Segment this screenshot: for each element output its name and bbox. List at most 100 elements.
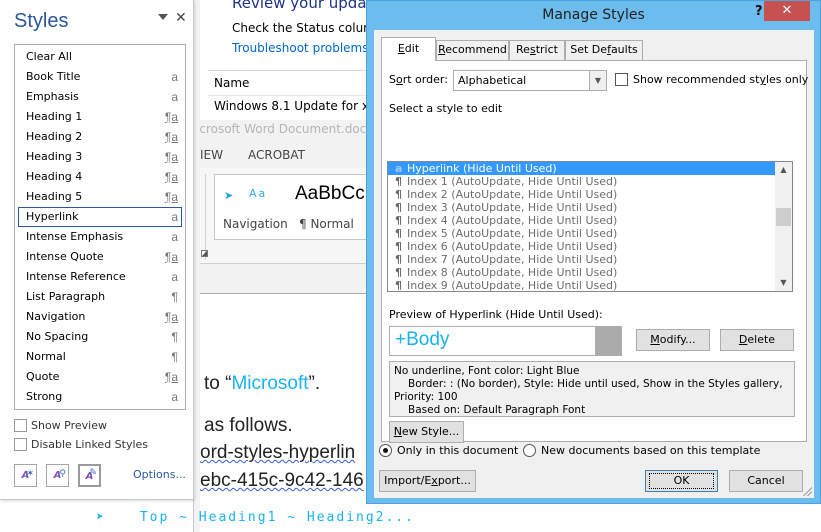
microsoft-link[interactable]: Microsoft [231, 373, 308, 394]
style-item[interactable]: Navigation ¶a [18, 307, 182, 327]
tab-acrobat[interactable]: ACROBAT [248, 148, 305, 162]
style-item[interactable]: Intense Quote ¶a [18, 247, 182, 267]
paragraph-style-icon: ¶ [171, 350, 178, 364]
only-this-document-label[interactable]: Only in this document [397, 444, 518, 457]
linked-style-icon: ¶a [164, 190, 178, 204]
style-item[interactable]: Book Title a [18, 67, 182, 87]
show-recommended-checkbox[interactable] [615, 73, 628, 86]
style-item-label: Hyperlink [26, 210, 79, 223]
update-row[interactable]: Windows 8.1 Update for x64- [208, 96, 370, 118]
style-item[interactable]: Intense Emphasis a [18, 227, 182, 247]
linked-style-icon: ¶a [164, 150, 178, 164]
style-list-item[interactable]: ¶ Index 8 (AutoUpdate, Hide Until Used) [388, 266, 775, 279]
style-item[interactable]: Heading 4 ¶a [18, 167, 182, 187]
disable-linked-styles-checkbox[interactable]: Disable Linked Styles [14, 438, 148, 452]
character-style-icon: a [395, 162, 403, 175]
name-column-header[interactable]: Name [208, 70, 370, 96]
show-recommended-label[interactable]: Show recommended styles only [633, 73, 808, 86]
style-list-item[interactable]: ¶ Index 7 (AutoUpdate, Hide Until Used) [388, 253, 775, 266]
style-item[interactable]: List Paragraph ¶ [18, 287, 182, 307]
style-item[interactable]: Intense Reference a [18, 267, 182, 287]
doc-line-microsoft: to “Microsoft”. [204, 373, 320, 395]
style-item-label: Intense Reference [26, 270, 126, 283]
scroll-down-icon[interactable]: ▼ [775, 275, 792, 291]
style-list-item-text: Index 8 (AutoUpdate, Hide Until Used) [407, 266, 618, 279]
new-documents-radio[interactable] [523, 444, 536, 457]
style-item[interactable]: Emphasis a [18, 87, 182, 107]
scrollbar-thumb[interactable] [776, 208, 791, 226]
dialog-launcher-icon[interactable] [201, 250, 208, 257]
tab-recommend[interactable]: Recommend [436, 40, 509, 60]
normal-style-sample: AaBbCc [295, 183, 365, 204]
style-list-item-text: Index 9 (AutoUpdate, Hide Until Used) [407, 279, 618, 292]
modify-button[interactable]: Modify... [636, 329, 710, 351]
style-item[interactable]: Heading 5 ¶a [18, 187, 182, 207]
doc-line-as-follows: as follows. [204, 415, 293, 436]
tab-set-defaults[interactable]: Set Defaults [565, 40, 643, 60]
style-inspector-icon[interactable]: A ⚲ [46, 464, 69, 487]
troubleshoot-link[interactable]: Troubleshoot problems w [232, 41, 370, 55]
dialog-close-button[interactable]: ✕ [764, 1, 810, 21]
style-list-item[interactable]: ¶ Index 3 (AutoUpdate, Hide Until Used) [388, 201, 775, 214]
doc-url-line-2[interactable]: ebc-415c-9c42-146 [200, 470, 364, 492]
checkbox-box[interactable] [14, 419, 27, 432]
help-icon[interactable]: ? [755, 4, 763, 19]
ribbon-tabs: IEW ACROBAT [200, 140, 370, 168]
doc-text: ”. [308, 373, 321, 394]
style-list-item-text: Index 4 (AutoUpdate, Hide Until Used) [407, 214, 618, 227]
character-style-icon: a [171, 90, 178, 104]
resize-grip-icon[interactable] [802, 486, 812, 496]
scrollbar[interactable]: ▲ ▼ [775, 162, 792, 291]
ok-button[interactable]: OK [645, 470, 718, 492]
gallery-normal-label[interactable]: ¶ Normal [299, 217, 354, 231]
cancel-button[interactable]: Cancel [729, 470, 803, 492]
show-preview-checkbox[interactable]: Show Preview [14, 419, 107, 433]
chevron-down-icon[interactable]: ▼ [589, 71, 606, 90]
style-item[interactable]: Normal ¶ [18, 347, 182, 367]
gallery-navigation-label[interactable]: Navigation [223, 217, 288, 231]
description-line: Border: : (No border), Style: Hide until… [408, 378, 783, 390]
sort-order-select[interactable]: Alphabetical ▼ [453, 70, 607, 91]
checkbox-box[interactable] [14, 438, 27, 451]
doc-url-line-1[interactable]: ord-styles-hyperlin [200, 442, 355, 464]
style-item[interactable]: Hyperlink a [18, 207, 182, 227]
style-list-item[interactable]: ¶ Index 2 (AutoUpdate, Hide Until Used) [388, 188, 775, 201]
new-style-icon[interactable]: A ✶ [14, 464, 37, 487]
tab-view[interactable]: IEW [200, 148, 223, 162]
style-list-item[interactable]: ¶ Index 9 (AutoUpdate, Hide Until Used) [388, 279, 775, 292]
scroll-up-icon[interactable]: ▲ [775, 162, 792, 178]
style-list-item[interactable]: ¶ Index 6 (AutoUpdate, Hide Until Used) [388, 240, 775, 253]
style-item[interactable]: Quote ¶a [18, 367, 182, 387]
style-item[interactable]: Heading 3 ¶a [18, 147, 182, 167]
only-this-document-radio[interactable] [379, 444, 392, 457]
tab-restrict[interactable]: Restrict [509, 40, 565, 60]
styles-list[interactable]: Clear All Book Title a Emphasis a Heading 1 ¶a… [14, 44, 186, 410]
styles-gallery[interactable]: ➤ Aa AaBbCc Navigation ¶ Normal [214, 174, 370, 240]
nav-breadcrumb-text[interactable]: Top ~ Heading1 ~ Heading2... [140, 510, 415, 525]
linked-style-icon: ¶a [164, 250, 178, 264]
style-listbox[interactable]: a Hyperlink (Hide Until Used) ¶ Index 1 (Au… [387, 161, 793, 292]
word-title-bar: icrosoft Word Document.docx [200, 120, 370, 140]
new-documents-label[interactable]: New documents based on this template [541, 444, 760, 457]
close-icon[interactable]: ✕ [175, 10, 187, 26]
style-list-item-text: Hyperlink (Hide Until Used) [407, 162, 557, 175]
style-item[interactable]: Strong a [18, 387, 182, 407]
style-item[interactable]: No Spacing ¶ [18, 327, 182, 347]
options-link[interactable]: Options... [133, 468, 186, 481]
style-item[interactable]: Clear All [18, 47, 182, 67]
style-item-label: Heading 4 [26, 170, 83, 183]
style-item[interactable]: Heading 1 ¶a [18, 107, 182, 127]
update-title: Review your update [232, 0, 370, 12]
tab-edit[interactable]: Edit [381, 37, 436, 61]
style-list-item[interactable]: a Hyperlink (Hide Until Used) [388, 162, 775, 175]
style-item[interactable]: Heading 2 ¶a [18, 127, 182, 147]
manage-styles-icon[interactable]: A ✎ [78, 464, 101, 487]
style-list-item[interactable]: ¶ Index 1 (AutoUpdate, Hide Until Used) [388, 175, 775, 188]
import-export-button[interactable]: Import/Export... [379, 470, 476, 492]
style-list-item[interactable]: ¶ Index 5 (AutoUpdate, Hide Until Used) [388, 227, 775, 240]
linked-style-icon: ¶a [164, 370, 178, 384]
delete-button[interactable]: Delete [720, 329, 794, 351]
style-list-item[interactable]: ¶ Index 4 (AutoUpdate, Hide Until Used) [388, 214, 775, 227]
pane-options-dropdown-icon[interactable] [158, 14, 168, 20]
new-style-button[interactable]: New Style... [389, 421, 464, 443]
